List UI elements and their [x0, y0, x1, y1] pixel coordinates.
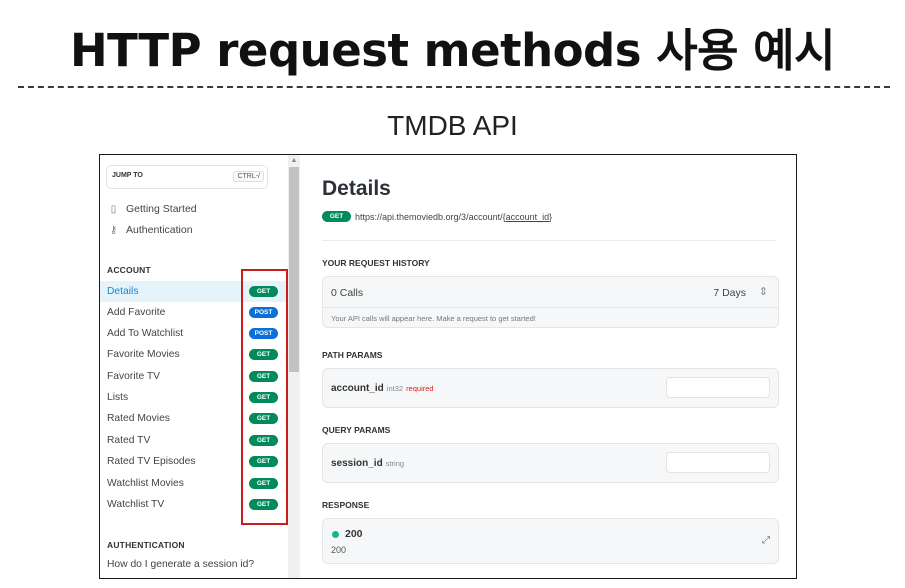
slide-subtitle: TMDB API [387, 110, 518, 141]
response-code: 200 [345, 528, 363, 540]
guide-label: Authentication [126, 224, 193, 236]
section-response: RESPONSE [322, 500, 370, 510]
request-history-card: 0 Calls 7 Days ⇕ Your API calls will app… [322, 276, 779, 328]
section-request-history: YOUR REQUEST HISTORY [322, 258, 430, 268]
guide-label: Getting Started [126, 203, 197, 215]
section-authentication: AUTHENTICATION [107, 540, 185, 550]
api-docs-screenshot: JUMP TO CTRL-/ ▯ Getting Started ⚷ Authe… [99, 154, 797, 579]
url-suffix: } [549, 211, 553, 222]
section-query-params: QUERY PARAMS [322, 425, 391, 435]
endpoint-url: GET https://api.themoviedb.org/3/account… [322, 211, 552, 222]
sidebar: JUMP TO CTRL-/ ▯ Getting Started ⚷ Authe… [100, 155, 300, 578]
account-id-input[interactable] [666, 377, 770, 398]
nav-label: Add Favorite [107, 307, 166, 318]
param-name: account_id [331, 383, 384, 394]
nav-label: Lists [107, 392, 129, 403]
history-empty-note: Your API calls will appear here. Make a … [331, 314, 536, 323]
period-select[interactable]: 7 Days [713, 287, 746, 299]
get-badge: GET [322, 211, 351, 222]
dashed-divider [18, 86, 890, 88]
query-params-card: session_id string [322, 443, 779, 483]
page-title: Details [322, 177, 391, 200]
main-content: Details GET https://api.themoviedb.org/3… [300, 155, 796, 578]
url-prefix: https://api.themoviedb.org/3/account/{ [355, 211, 506, 222]
param-name: session_id [331, 458, 383, 469]
nav-label: Add To Watchlist [107, 328, 184, 339]
calls-count: 0 Calls [331, 287, 364, 299]
path-params-card: account_id int32 required [322, 368, 779, 408]
param-type: string [385, 459, 405, 468]
param-session-id: session_id string [331, 458, 404, 469]
param-required: required [406, 384, 434, 393]
book-icon: ▯ [110, 203, 117, 215]
slide-title: HTTP request methods 사용 예시 [70, 24, 835, 77]
scroll-thumb[interactable] [289, 167, 299, 372]
section-path-params: PATH PARAMS [322, 350, 383, 360]
nav-label: Favorite TV [107, 371, 161, 382]
method-highlight-box [241, 269, 288, 525]
jump-to-search[interactable]: JUMP TO CTRL-/ [106, 165, 268, 189]
history-header: 0 Calls 7 Days ⇕ [323, 277, 778, 308]
section-account: ACCOUNT [107, 265, 151, 275]
select-arrows-icon[interactable]: ⇕ [759, 285, 768, 298]
sidebar-scrollbar[interactable]: ▲ [288, 155, 300, 578]
nav-label: Watchlist Movies [107, 478, 184, 489]
nav-label: Favorite Movies [107, 349, 180, 360]
sidebar-item-getting-started[interactable]: ▯ Getting Started [107, 203, 197, 215]
nav-label: Rated Movies [107, 413, 170, 424]
jump-shortcut-key: CTRL-/ [233, 171, 264, 182]
nav-label: Rated TV [107, 435, 151, 446]
param-account-id: account_id int32 required [331, 383, 434, 394]
nav-label: Details [107, 286, 139, 297]
url-param: account_id [505, 211, 550, 222]
nav-label: Rated TV Episodes [107, 456, 196, 467]
status-dot [332, 531, 339, 538]
sidebar-item-session-id[interactable]: How do I generate a session id? [107, 559, 254, 570]
jump-to-label: JUMP TO [112, 172, 143, 179]
scroll-up-arrow-icon[interactable]: ▲ [288, 155, 300, 167]
response-description: 200 [331, 545, 347, 555]
expand-icon[interactable]: ⤢ [762, 535, 770, 546]
param-type: int32 [386, 384, 404, 393]
title-divider [322, 240, 777, 241]
response-card[interactable]: 200 200 ⤢ [322, 518, 779, 564]
sidebar-item-authentication[interactable]: ⚷ Authentication [107, 224, 193, 236]
nav-label: Watchlist TV [107, 499, 165, 510]
key-icon: ⚷ [109, 224, 118, 236]
session-id-input[interactable] [666, 452, 770, 473]
